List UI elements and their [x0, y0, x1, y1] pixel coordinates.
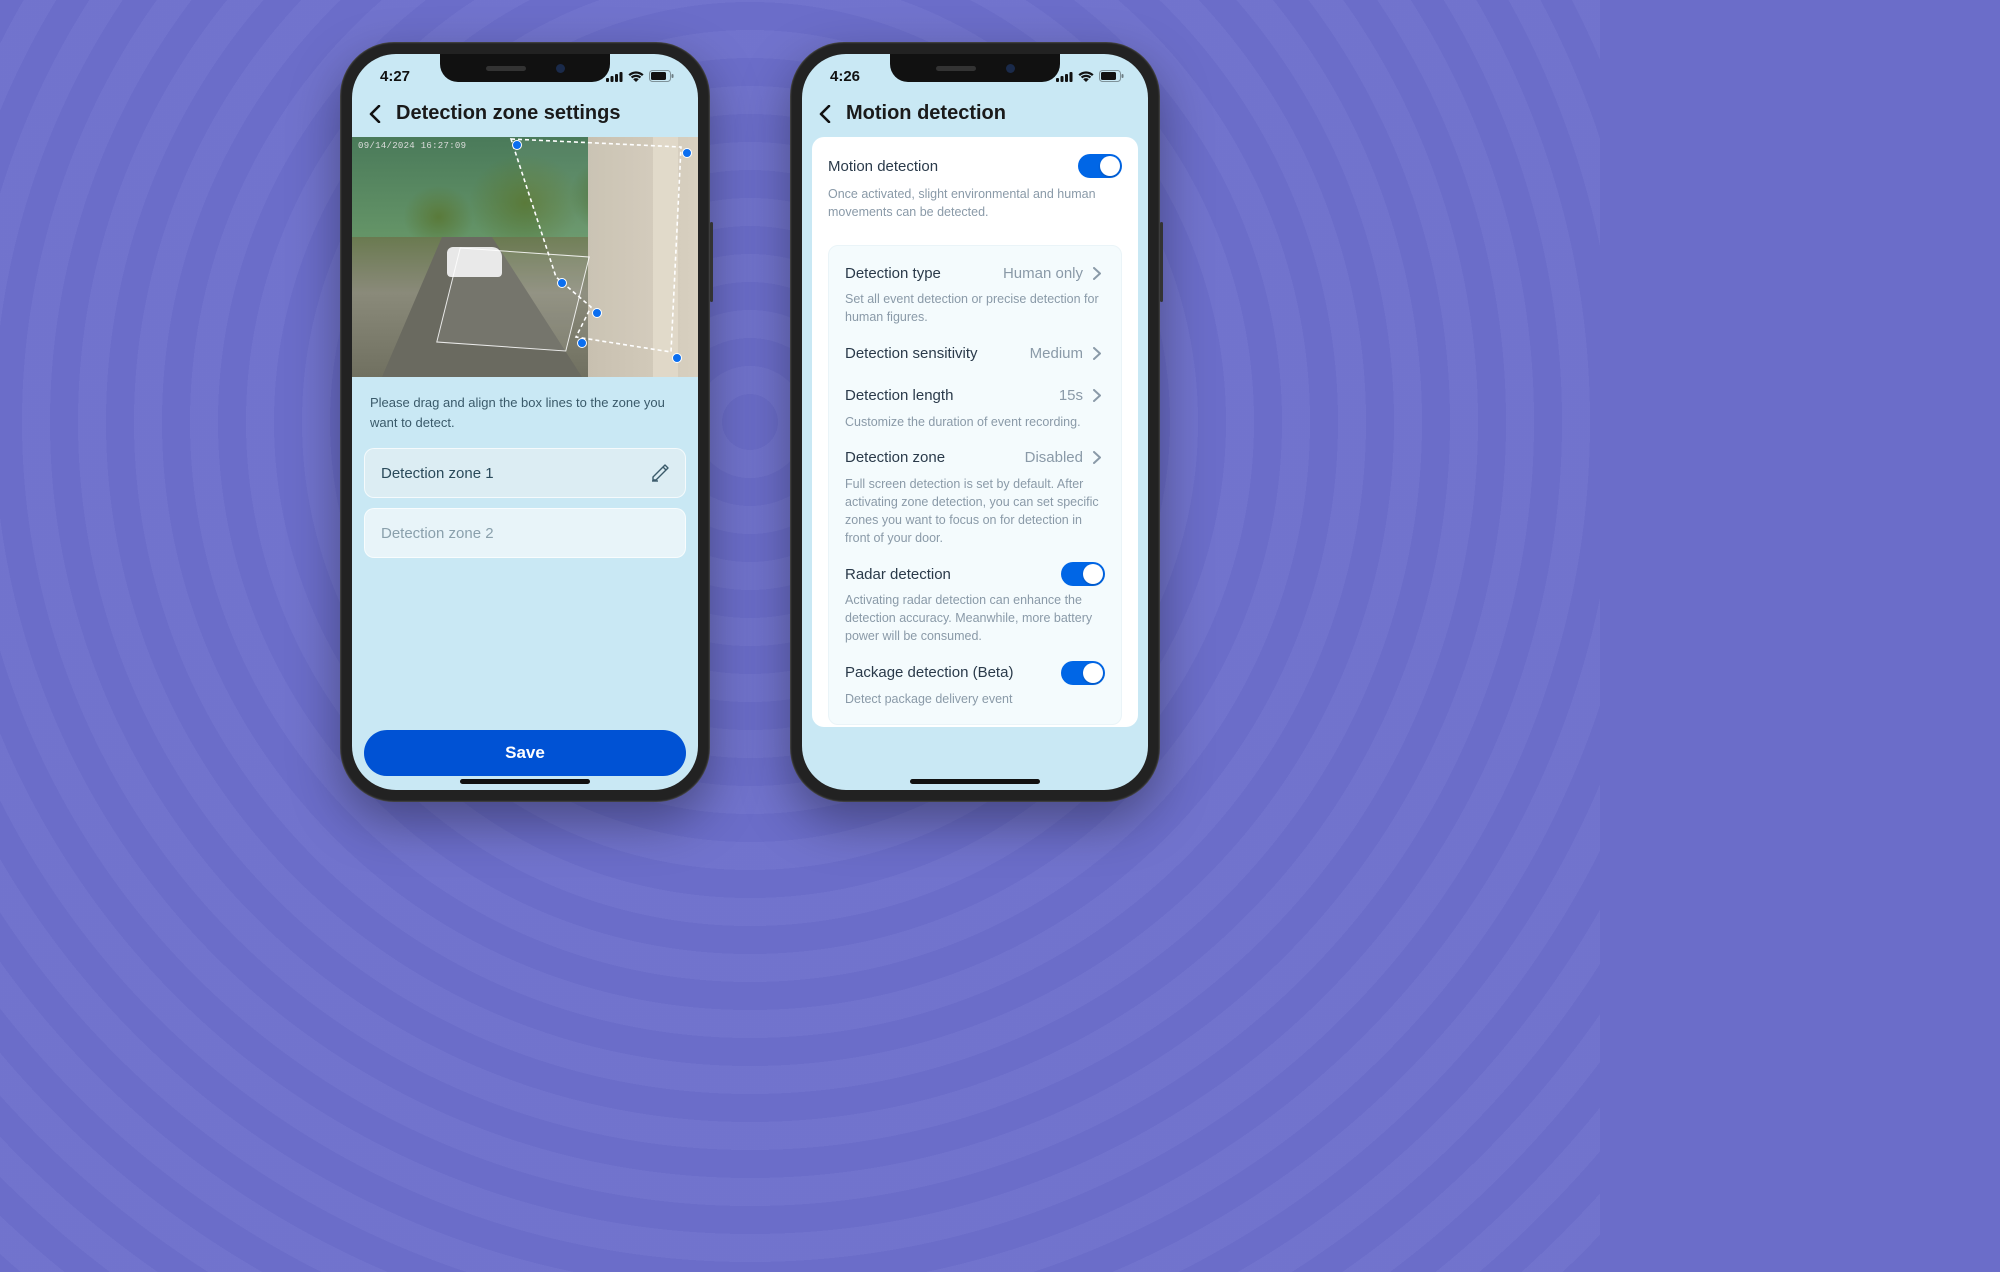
zone-handle[interactable]	[592, 308, 602, 318]
row-title: Radar detection	[845, 566, 951, 583]
phone-frame-right: 4:26 Motion detection	[790, 42, 1160, 802]
screen-left: 4:27 Detection zone setti	[352, 54, 698, 790]
page-title: Detection zone settings	[396, 102, 620, 125]
row-value: Disabled	[1025, 449, 1083, 466]
status-icons	[1056, 70, 1124, 82]
nav-bar: Detection zone settings	[352, 98, 698, 137]
page-title: Motion detection	[846, 102, 1006, 125]
row-desc: Customize the duration of event recordin…	[845, 409, 1105, 445]
zone-handle[interactable]	[557, 278, 567, 288]
chevron-right-icon	[1089, 451, 1105, 464]
detection-zone-row[interactable]: Detection zone Disabled	[845, 445, 1105, 471]
row-desc: Set all event detection or precise detec…	[845, 286, 1105, 340]
back-button[interactable]	[364, 103, 386, 125]
row-title: Detection zone	[845, 449, 945, 466]
row-desc: Full screen detection is set by default.…	[845, 471, 1105, 562]
package-detection-row: Package detection (Beta)	[845, 660, 1105, 686]
zone-handle[interactable]	[512, 140, 522, 150]
zone-handle[interactable]	[672, 353, 682, 363]
cellular-signal-icon	[1056, 71, 1073, 82]
save-button-label: Save	[505, 743, 545, 763]
status-time: 4:26	[830, 68, 860, 85]
row-desc: Once activated, slight environmental and…	[828, 181, 1122, 235]
nav-bar: Motion detection	[802, 98, 1148, 137]
save-button[interactable]: Save	[364, 730, 686, 776]
radar-detection-row: Radar detection	[845, 561, 1105, 587]
row-value: 15s	[1059, 387, 1083, 404]
detection-subgroup: Detection type Human only Set all event …	[828, 245, 1122, 724]
chevron-right-icon	[1089, 389, 1105, 402]
zone-row-1[interactable]: Detection zone 1	[364, 448, 686, 498]
zone-list: Detection zone 1 Detection zone 2	[352, 448, 698, 558]
row-value: Human only	[1003, 265, 1083, 282]
back-button[interactable]	[814, 103, 836, 125]
row-title: Motion detection	[828, 158, 938, 175]
motion-detection-toggle[interactable]	[1078, 154, 1122, 178]
motion-detection-row: Motion detection	[828, 151, 1122, 181]
edit-icon[interactable]	[651, 464, 669, 482]
row-value: Medium	[1030, 345, 1083, 362]
chevron-right-icon	[1089, 347, 1105, 360]
detection-length-row[interactable]: Detection length 15s	[845, 383, 1105, 409]
zone-handle[interactable]	[682, 148, 692, 158]
settings-scroll[interactable]: Motion detection Once activated, slight …	[802, 137, 1148, 790]
notch	[890, 54, 1060, 82]
battery-icon	[649, 70, 674, 82]
row-title: Package detection (Beta)	[845, 664, 1013, 681]
package-detection-toggle[interactable]	[1061, 661, 1105, 685]
home-indicator[interactable]	[910, 779, 1040, 784]
status-time: 4:27	[380, 68, 410, 85]
row-desc: Detect package delivery event	[845, 686, 1105, 722]
row-title: Detection sensitivity	[845, 345, 978, 362]
zone-label: Detection zone 2	[381, 525, 494, 542]
zone-row-2[interactable]: Detection zone 2	[364, 508, 686, 558]
zone-handle[interactable]	[577, 338, 587, 348]
row-title: Detection type	[845, 265, 941, 282]
notch	[440, 54, 610, 82]
row-desc: Activating radar detection can enhance t…	[845, 587, 1105, 659]
chevron-right-icon	[1089, 267, 1105, 280]
detection-sensitivity-row[interactable]: Detection sensitivity Medium	[845, 341, 1105, 367]
camera-preview[interactable]: 09/14/2024 16:27:09	[352, 137, 698, 377]
screen-right: 4:26 Motion detection	[802, 54, 1148, 790]
detection-type-row[interactable]: Detection type Human only	[845, 260, 1105, 286]
wifi-icon	[628, 71, 644, 82]
status-icons	[606, 70, 674, 82]
battery-icon	[1099, 70, 1124, 82]
preview-timestamp: 09/14/2024 16:27:09	[358, 141, 466, 151]
phone-frame-left: 4:27 Detection zone setti	[340, 42, 710, 802]
home-indicator[interactable]	[460, 779, 590, 784]
helper-text: Please drag and align the box lines to t…	[352, 377, 698, 448]
settings-card: Motion detection Once activated, slight …	[812, 137, 1138, 727]
wifi-icon	[1078, 71, 1094, 82]
zone-label: Detection zone 1	[381, 465, 494, 482]
cellular-signal-icon	[606, 71, 623, 82]
zone-box-dashed[interactable]	[507, 143, 692, 363]
row-title: Detection length	[845, 387, 953, 404]
radar-detection-toggle[interactable]	[1061, 562, 1105, 586]
